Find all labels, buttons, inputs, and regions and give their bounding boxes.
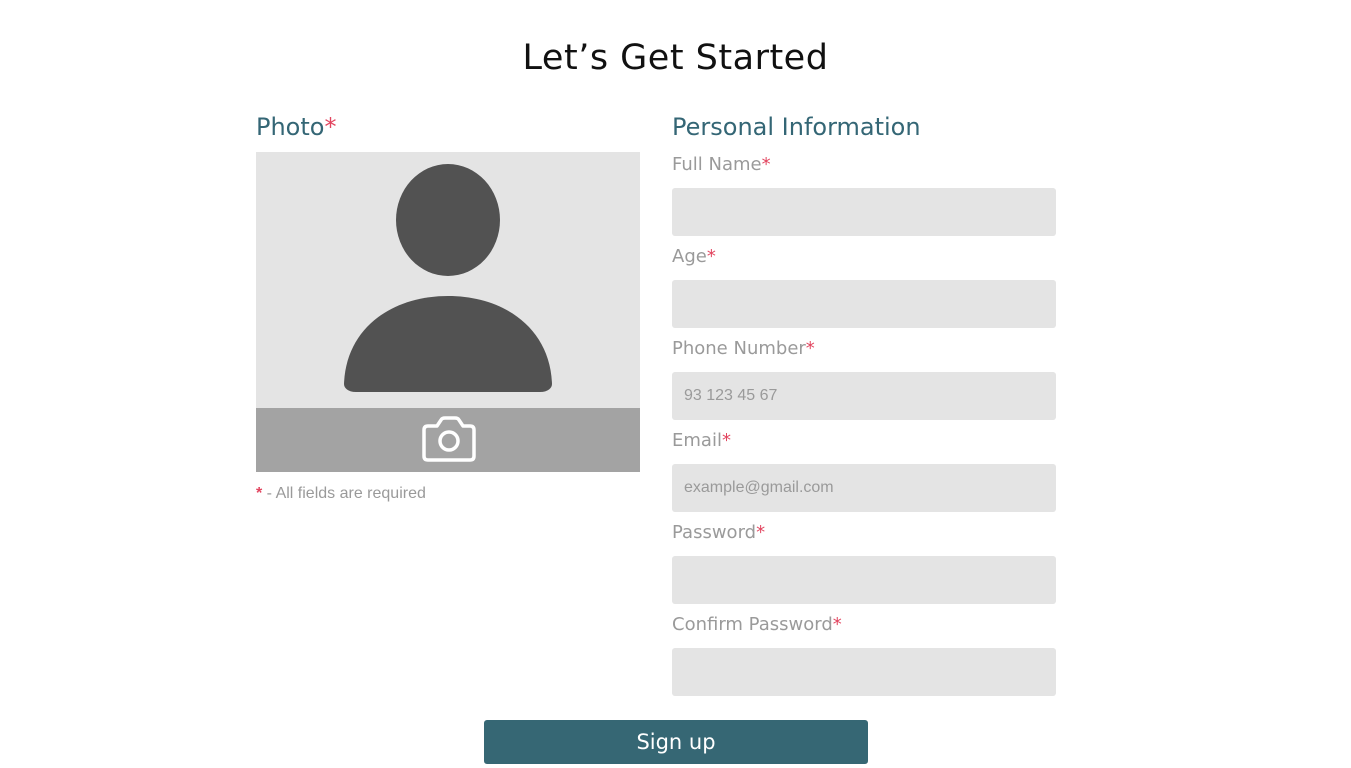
required-note-text: - All fields are required: [262, 485, 426, 502]
full-name-label-text: Full Name: [672, 154, 762, 175]
phone-number-label-text: Phone Number: [672, 338, 806, 359]
required-asterisk: *: [805, 338, 815, 359]
phone-number-input[interactable]: [672, 372, 1056, 420]
photo-upload-box[interactable]: [256, 152, 640, 472]
confirm-password-input[interactable]: [672, 648, 1056, 696]
camera-icon: [422, 416, 476, 462]
required-asterisk: *: [324, 113, 337, 141]
password-label: Password*: [672, 522, 765, 543]
email-label: Email*: [672, 430, 731, 451]
phone-number-label: Phone Number*: [672, 338, 815, 359]
required-asterisk: *: [761, 154, 771, 175]
password-input[interactable]: [672, 556, 1056, 604]
age-label: Age*: [672, 246, 716, 267]
personal-information-heading: Personal Information: [672, 113, 921, 141]
upload-photo-button[interactable]: [256, 408, 640, 472]
password-label-text: Password: [672, 522, 757, 543]
full-name-label: Full Name*: [672, 154, 771, 175]
full-name-input[interactable]: [672, 188, 1056, 236]
signup-page: Let’s Get Started Photo* * - All fields …: [0, 0, 1351, 768]
confirm-password-label: Confirm Password*: [672, 614, 842, 635]
email-label-text: Email: [672, 430, 722, 451]
photo-heading: Photo*: [256, 113, 336, 141]
required-asterisk: *: [706, 246, 716, 267]
required-asterisk: *: [721, 430, 731, 451]
sign-up-button[interactable]: Sign up: [484, 720, 868, 764]
age-input[interactable]: [672, 280, 1056, 328]
confirm-password-label-text: Confirm Password: [672, 614, 833, 635]
age-label-text: Age: [672, 246, 707, 267]
required-fields-note: * - All fields are required: [256, 485, 426, 503]
email-input[interactable]: [672, 464, 1056, 512]
required-asterisk: *: [832, 614, 842, 635]
photo-heading-label: Photo: [256, 113, 325, 141]
user-silhouette-icon: [344, 164, 552, 392]
required-asterisk: *: [756, 522, 766, 543]
page-title: Let’s Get Started: [522, 38, 829, 78]
